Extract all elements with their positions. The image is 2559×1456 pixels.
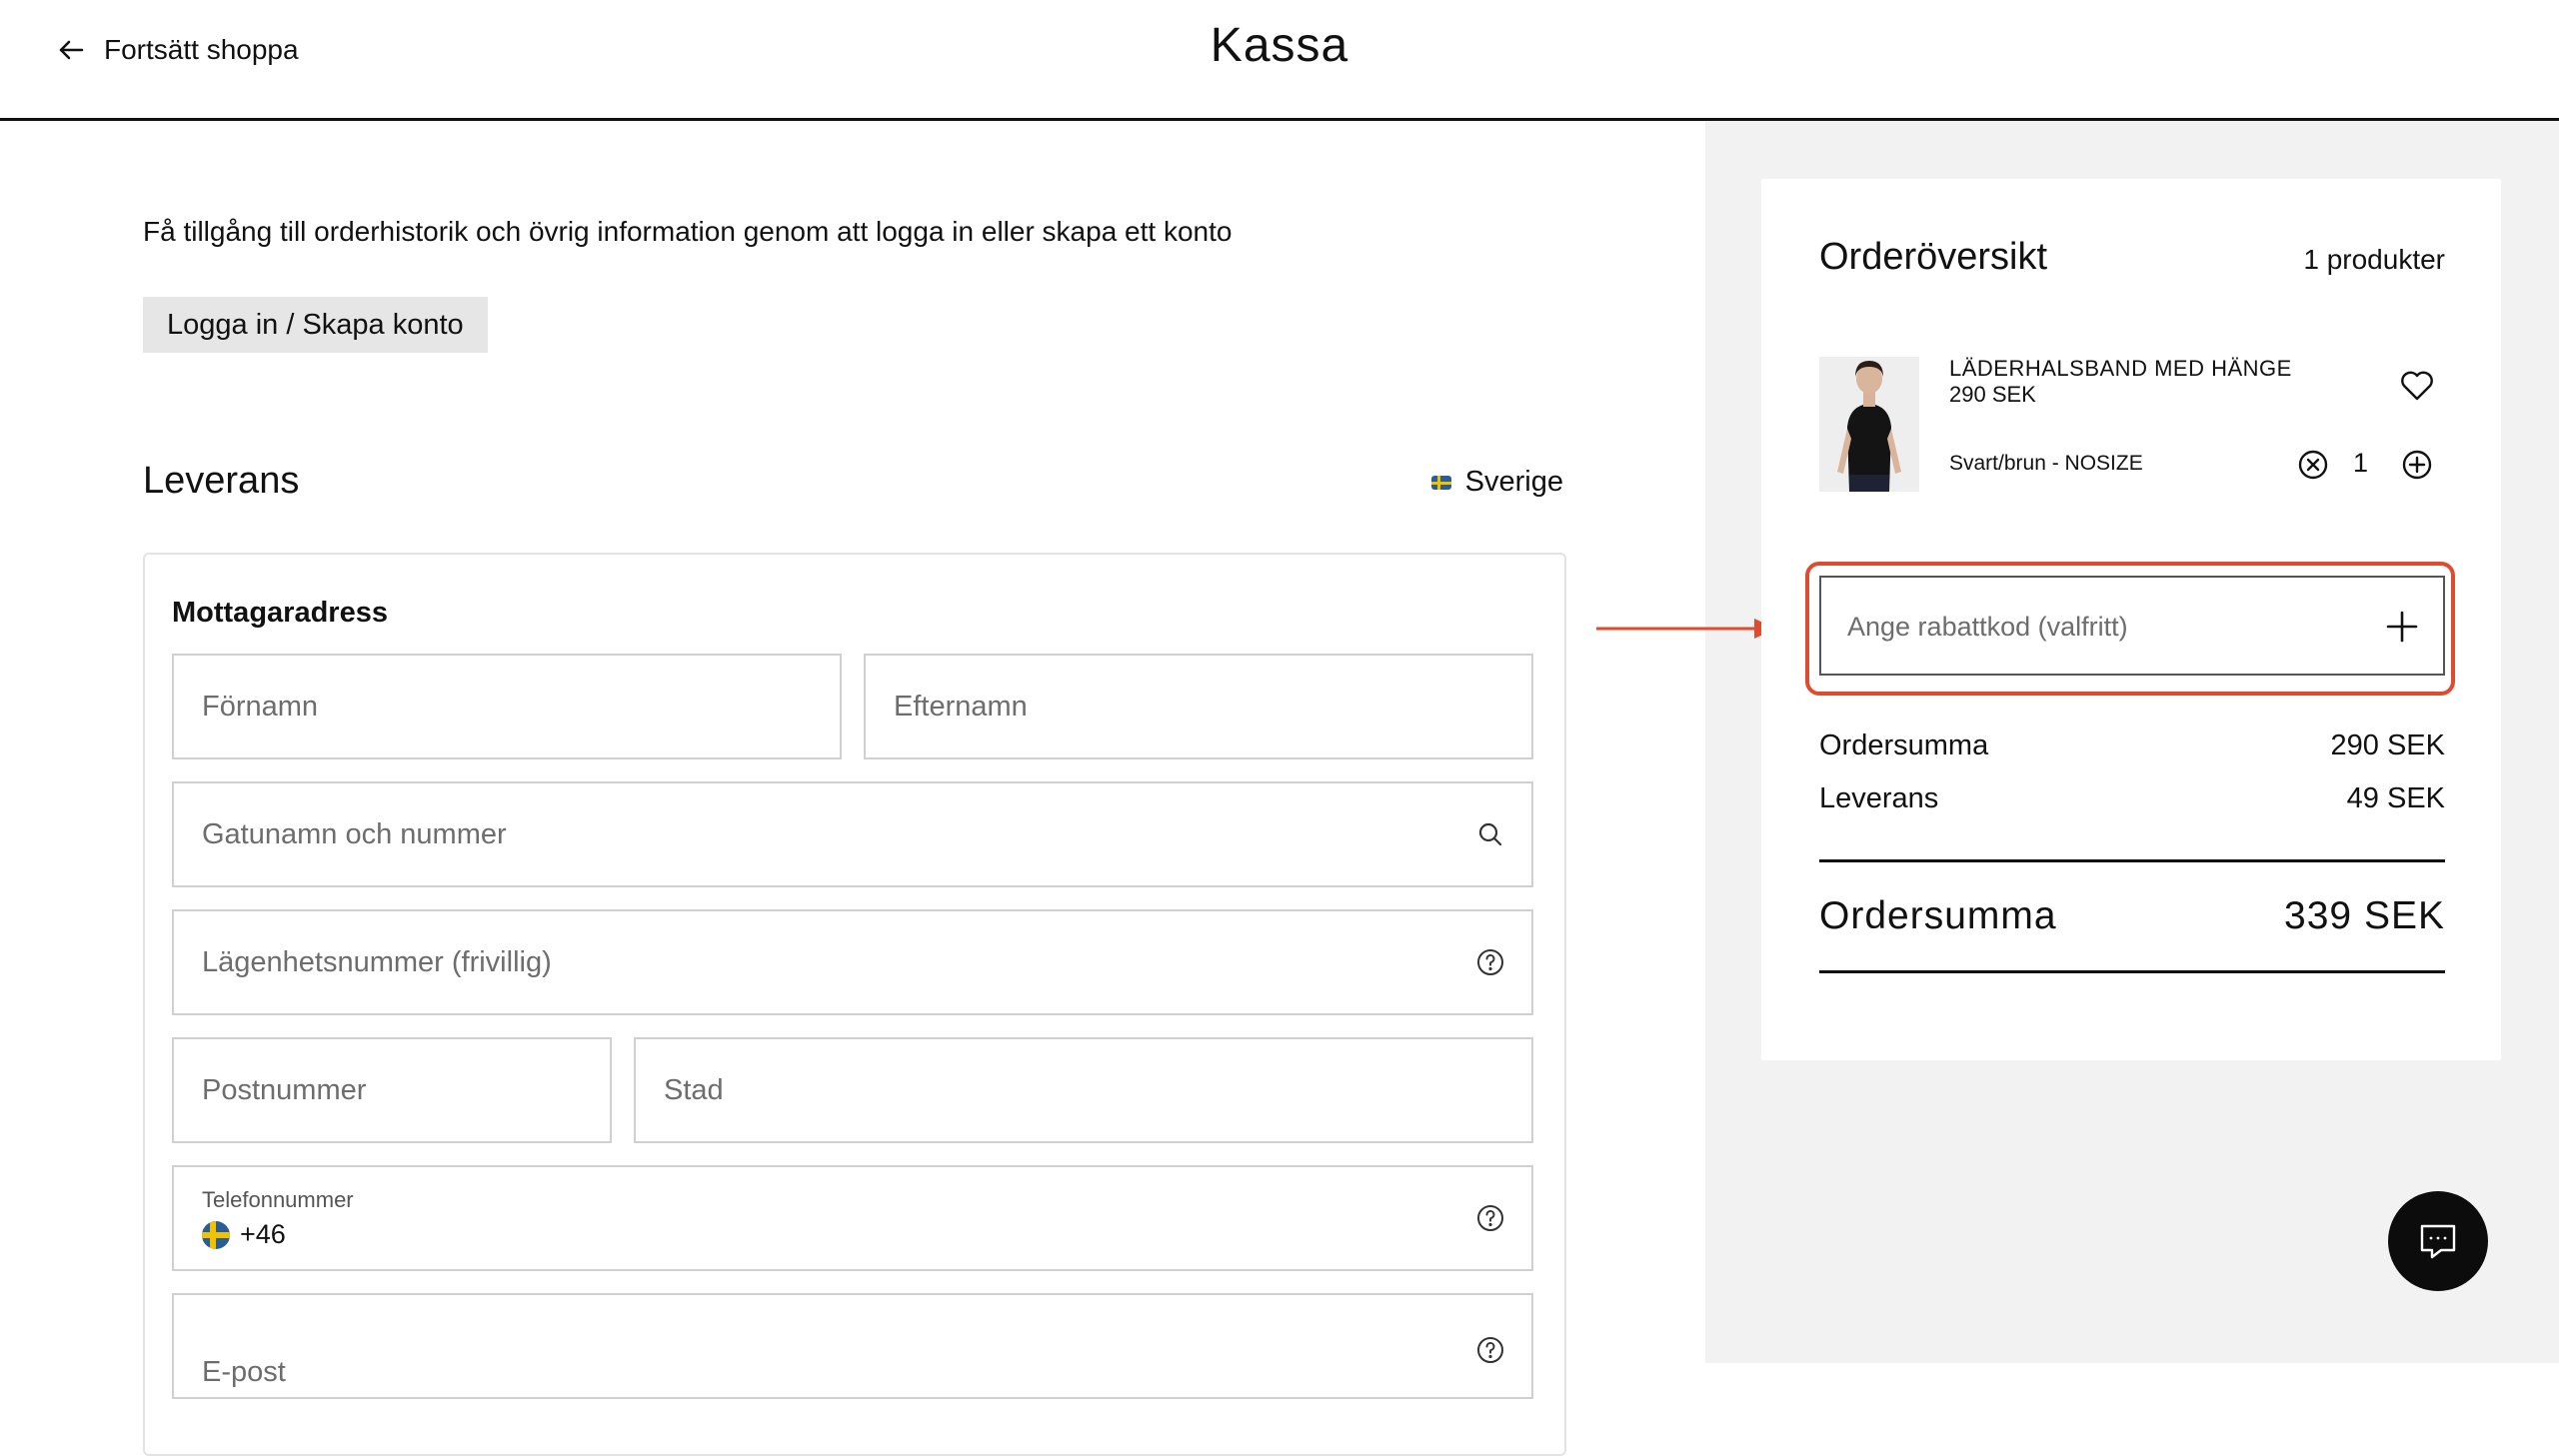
phone-prefix: +46: [240, 1219, 286, 1249]
last-name-placeholder: Efternamn: [894, 690, 1028, 723]
product-image[interactable]: [1819, 357, 1919, 492]
recipient-address-heading: Mottagaradress: [172, 597, 388, 629]
divider: [1819, 970, 2445, 973]
country-selector[interactable]: Sverige: [1430, 466, 1563, 499]
flag-se-icon: [1430, 475, 1451, 490]
postcode-field[interactable]: Postnummer: [172, 1037, 612, 1143]
discount-placeholder: Ange rabattkod (valfritt): [1847, 612, 2128, 642]
product-price: 290 SEK: [1949, 382, 2036, 407]
street-placeholder: Gatunamn och nummer: [202, 817, 507, 850]
page-title: Kassa: [1210, 19, 1349, 72]
header: Fortsätt shoppa Kassa: [0, 0, 2559, 121]
shipping-label: Leverans: [1819, 782, 1939, 814]
search-icon[interactable]: [1475, 819, 1505, 849]
shipping-value: 49 SEK: [2346, 782, 2445, 814]
street-field[interactable]: Gatunamn och nummer: [172, 781, 1533, 887]
help-icon[interactable]: [1475, 1203, 1505, 1233]
order-summary-title: Orderöversikt: [1819, 236, 2048, 278]
total-label: Ordersumma: [1819, 894, 2057, 937]
country-label: Sverige: [1464, 466, 1563, 498]
email-placeholder: E-post: [202, 1355, 286, 1388]
product-variant: Svart/brun - NOSIZE: [1949, 452, 2143, 475]
total-value: 339 SEK: [2284, 894, 2445, 937]
delivery-title: Leverans: [143, 460, 300, 502]
city-placeholder: Stad: [664, 1073, 724, 1106]
discount-code-input[interactable]: Ange rabattkod (valfritt): [1819, 576, 2445, 676]
plus-icon[interactable]: [2383, 608, 2421, 646]
shipping-row: Leverans 49 SEK: [1819, 782, 2445, 815]
add-circle-icon[interactable]: [2401, 449, 2433, 481]
login-create-account-button[interactable]: Logga in / Skapa konto: [143, 297, 488, 353]
phone-label: Telefonnummer: [202, 1187, 354, 1212]
login-prompt-text: Få tillgång till orderhistorik och övrig…: [143, 216, 1233, 247]
last-name-field[interactable]: Efternamn: [864, 654, 1533, 759]
email-field[interactable]: E-post: [172, 1293, 1533, 1399]
first-name-placeholder: Förnamn: [202, 690, 319, 723]
city-field[interactable]: Stad: [634, 1037, 1533, 1143]
apartment-field[interactable]: Lägenhetsnummer (frivillig): [172, 909, 1533, 1015]
phone-value: +46: [202, 1219, 286, 1250]
total-row: Ordersumma 339 SEK: [1819, 894, 2445, 938]
flag-se-icon: [202, 1220, 230, 1249]
subtotal-label: Ordersumma: [1819, 729, 1989, 761]
apartment-placeholder: Lägenhetsnummer (frivillig): [202, 945, 552, 978]
product-name[interactable]: LÄDERHALSBAND MED HÄNGE: [1949, 356, 2292, 382]
annotation-arrow: [1596, 619, 1776, 639]
help-icon[interactable]: [1475, 947, 1505, 977]
divider: [1819, 859, 2445, 862]
remove-circle-icon[interactable]: [2297, 449, 2329, 481]
heart-icon[interactable]: [2399, 369, 2435, 403]
subtotal-value: 290 SEK: [2330, 729, 2445, 761]
chat-button[interactable]: [2388, 1191, 2488, 1291]
subtotal-row: Ordersumma 290 SEK: [1819, 729, 2445, 762]
first-name-field[interactable]: Förnamn: [172, 654, 842, 759]
phone-field[interactable]: Telefonnummer +46: [172, 1165, 1533, 1271]
help-icon[interactable]: [1475, 1335, 1505, 1365]
product-count: 1 produkter: [2303, 244, 2445, 275]
chat-icon: [2420, 1224, 2456, 1259]
quantity-value: 1: [2353, 448, 2369, 478]
postcode-placeholder: Postnummer: [202, 1073, 367, 1106]
